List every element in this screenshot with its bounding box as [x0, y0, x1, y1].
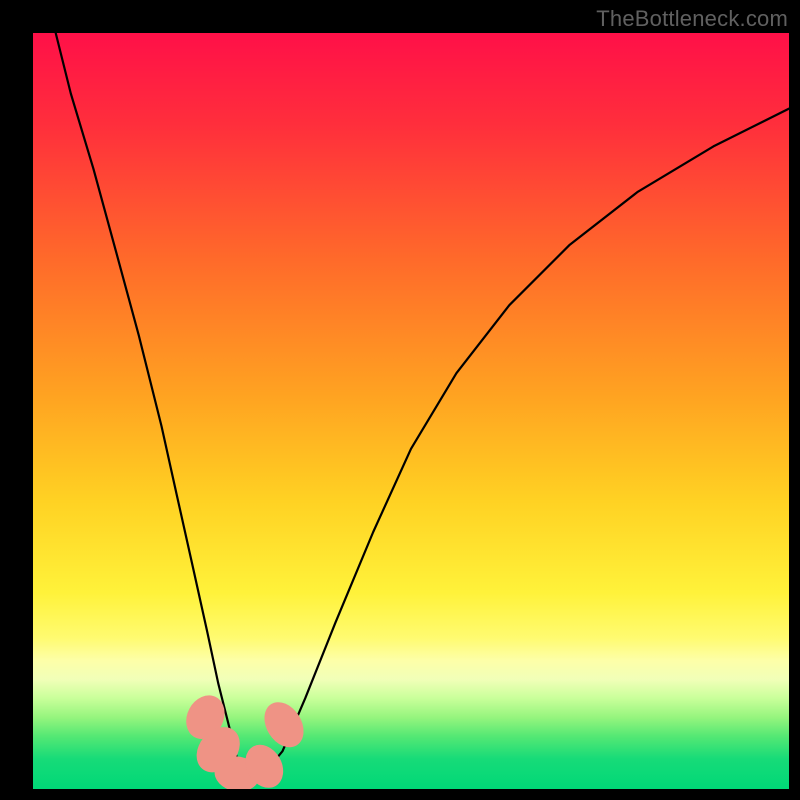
plot-area	[33, 33, 789, 789]
bottleneck-curve	[56, 33, 789, 779]
watermark-text: TheBottleneck.com	[596, 6, 788, 32]
chart-svg	[33, 33, 789, 789]
outer-frame: TheBottleneck.com	[0, 0, 800, 800]
